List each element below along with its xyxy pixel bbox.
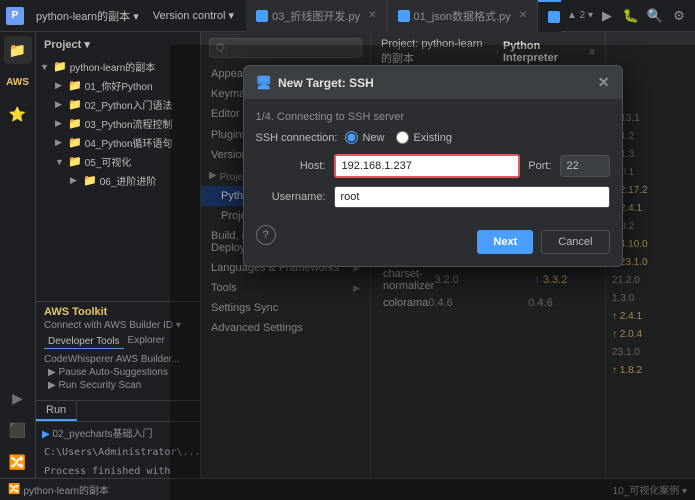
explorer-tab[interactable]: Explorer [128, 335, 165, 349]
radio-new[interactable]: New [345, 131, 384, 144]
ssh-dialog-title-bar: 🖥 New Target: SSH ✕ [244, 66, 622, 99]
next-button[interactable]: Next [477, 230, 533, 254]
tree-arrow-4: ▼ [55, 157, 65, 167]
tree-label-2: 03_Python流程控制 [85, 116, 173, 131]
menu-version-control[interactable]: Version control ▾ [147, 7, 240, 24]
py-icon [256, 10, 268, 22]
dev-tools-tab[interactable]: Developer Tools [44, 335, 124, 349]
folder-icon-0: 📁 [68, 79, 82, 92]
tab-bar: 03_折线图开发.py ✕ 01_json数据格式.py ✕ 02_pyecha… [246, 0, 561, 32]
run-btn[interactable]: ▶ [597, 6, 617, 26]
sidebar-icons: 📁 AWS ⭐ ▶ ⬛ 🔀 [0, 32, 36, 500]
bottom-project-label: python-learn的副本 [23, 482, 109, 497]
radio-existing[interactable]: Existing [396, 131, 452, 144]
folder-icon-3: 📁 [68, 136, 82, 149]
ssh-connection-row: SSH connection: New Existing [256, 131, 610, 144]
tree-label-root: python-learn的副本 [70, 59, 156, 74]
username-input[interactable] [334, 186, 610, 208]
port-label: Port: [528, 160, 551, 172]
settings-btn[interactable]: ⚙ [669, 6, 689, 26]
radio-group: New Existing [345, 131, 452, 144]
username-row: Username: [256, 186, 610, 208]
tree-label-0: 01_你好Python [85, 78, 153, 93]
run-tab[interactable]: Run [36, 401, 77, 421]
ssh-overlay: 🖥 New Target: SSH ✕ 1/4. Connecting to S… [170, 45, 695, 500]
top-bar: P python-learn的副本 ▾ Version control ▾ 03… [0, 0, 695, 32]
tree-arrow-3: ▶ [55, 137, 65, 148]
tree-label-1: 02_Python入门语法 [85, 97, 173, 112]
sidebar-run-icon[interactable]: ▶ [4, 384, 32, 412]
ssh-step-label: 1/4. Connecting to SSH server [256, 111, 610, 123]
tab-file-0[interactable]: 03_折线图开发.py ✕ [246, 0, 387, 32]
port-input[interactable] [560, 155, 610, 177]
tree-label-4: 05_可视化 [85, 154, 132, 169]
radio-new-label: New [362, 132, 384, 144]
search-btn[interactable]: 🔍 [645, 6, 665, 26]
panel-header-label: Project ▾ [44, 38, 90, 51]
tree-arrow-5: ▶ [70, 175, 80, 186]
tree-arrow-2: ▶ [55, 118, 65, 129]
tree-arrow-1: ▶ [55, 99, 65, 110]
ssh-dialog-footer: ? Next Cancel [256, 216, 610, 254]
radio-existing-label: Existing [413, 132, 452, 144]
tree-label-3: 04_Python循环语句 [85, 135, 173, 150]
folder-icon: 📁 [53, 60, 67, 73]
tab-file-1[interactable]: 01_json数据格式.py ✕ [388, 0, 539, 32]
sidebar-project-icon[interactable]: 📁 [4, 36, 32, 64]
bottom-project[interactable]: 🔀 python-learn的副本 [8, 482, 109, 497]
tree-label-5: 06_进阶进阶 [100, 173, 157, 188]
git-icon: 🔀 [8, 484, 20, 495]
top-bar-actions: ▲ 2 ▾ ▶ 🐛 🔍 ⚙ [567, 6, 689, 26]
ssh-dialog-title-text: New Target: SSH [278, 76, 374, 90]
sidebar-git-icon[interactable]: 🔀 [4, 448, 32, 476]
username-label: Username: [256, 191, 326, 203]
py-icon [398, 10, 410, 22]
tab-close-0[interactable]: ✕ [368, 10, 376, 21]
ssh-connection-label: SSH connection: [256, 132, 338, 144]
py-icon [548, 11, 560, 23]
folder-icon-2: 📁 [68, 117, 82, 130]
version-badge[interactable]: ▲ 2 ▾ [567, 10, 593, 21]
help-button[interactable]: ? [256, 225, 276, 245]
ssh-dialog: 🖥 New Target: SSH ✕ 1/4. Connecting to S… [243, 65, 623, 267]
tab-close-1[interactable]: ✕ [519, 10, 527, 21]
host-label: Host: [256, 160, 326, 172]
folder-icon-5: 📁 [83, 174, 97, 187]
folder-icon-1: 📁 [68, 98, 82, 111]
sidebar-terminal-icon[interactable]: ⬛ [4, 416, 32, 444]
menu-project[interactable]: python-learn的副本 ▾ [30, 6, 145, 26]
host-input[interactable] [334, 154, 521, 178]
cancel-button[interactable]: Cancel [541, 230, 609, 254]
tab-file-2[interactable]: 02_pyecharts基础入门.py ✕ [538, 0, 561, 32]
host-row: Host: Port: [256, 154, 610, 178]
ssh-title-icon: 🖥 [256, 75, 273, 91]
tree-arrow-0: ▶ [55, 80, 65, 91]
tree-arrow-root: ▼ [40, 62, 50, 72]
app-logo: P [6, 7, 24, 25]
sidebar-aws-icon[interactable]: AWS [4, 68, 32, 96]
debug-btn[interactable]: 🐛 [621, 6, 641, 26]
ssh-close-button[interactable]: ✕ [598, 74, 610, 91]
folder-icon-4: 📁 [68, 155, 82, 168]
radio-new-input[interactable] [345, 131, 358, 144]
sidebar-favorites-icon[interactable]: ⭐ [4, 100, 32, 128]
ssh-dialog-body: 1/4. Connecting to SSH server SSH connec… [244, 99, 622, 266]
menu-bar: python-learn的副本 ▾ Version control ▾ [30, 6, 240, 26]
ssh-title-left: 🖥 New Target: SSH [256, 75, 374, 91]
radio-existing-input[interactable] [396, 131, 409, 144]
ssh-actions: Next Cancel [477, 230, 609, 254]
